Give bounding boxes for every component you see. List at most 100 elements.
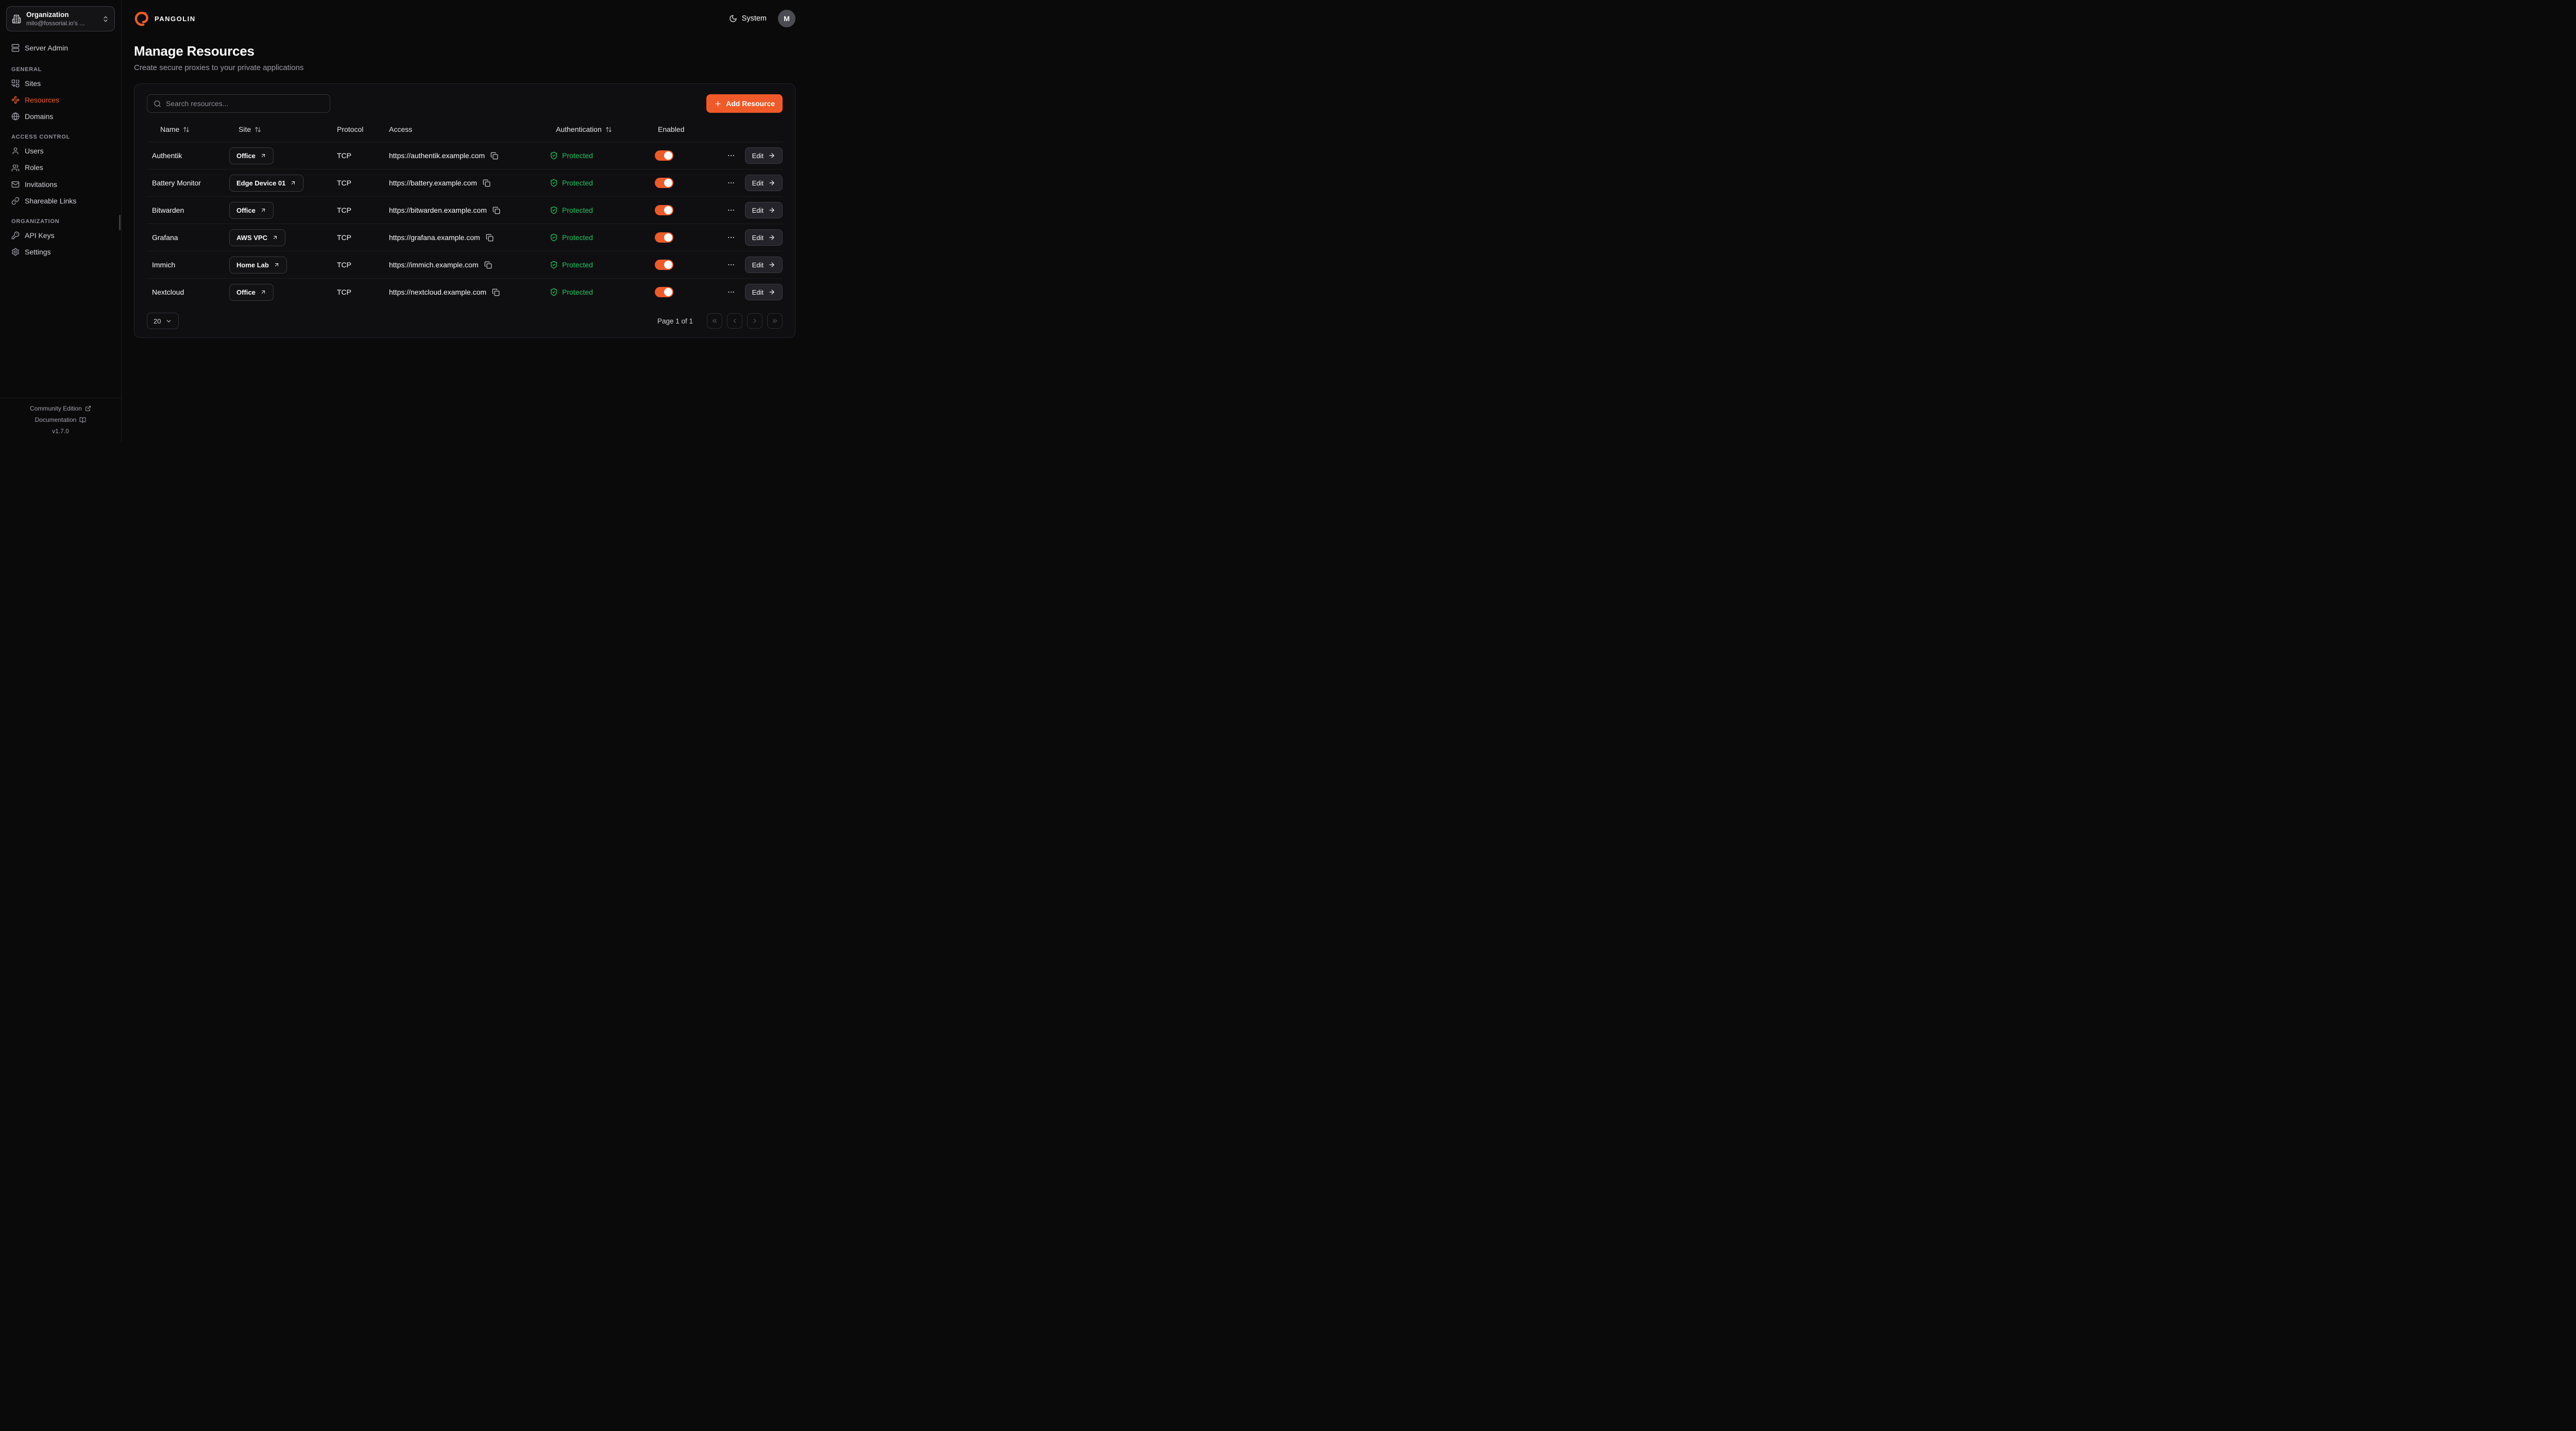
site-link-button[interactable]: Edge Device 01 (229, 175, 303, 192)
site-link-button[interactable]: Home Lab (229, 257, 287, 274)
chevrons-left-icon (711, 317, 718, 325)
sort-site-button[interactable] (255, 126, 261, 133)
table-row: Authentik Office TCP https://authentik.e… (147, 142, 783, 169)
row-menu-button[interactable] (727, 179, 735, 187)
page-size-select[interactable]: 20 (147, 313, 179, 329)
arrow-up-right-icon (272, 234, 278, 241)
sidebar-item-api-keys[interactable]: API Keys (6, 227, 115, 244)
enabled-toggle[interactable] (655, 260, 673, 270)
page-size-value: 20 (154, 317, 161, 325)
copy-button[interactable] (486, 234, 494, 242)
copy-button[interactable] (483, 179, 490, 187)
copy-icon (486, 234, 494, 242)
protocol-cell: TCP (337, 179, 389, 187)
copy-button[interactable] (493, 207, 500, 214)
enabled-toggle[interactable] (655, 150, 673, 161)
site-name: Office (236, 288, 256, 296)
sidebar-item-server-admin[interactable]: Server Admin (6, 40, 115, 56)
documentation-link[interactable]: Documentation (35, 416, 87, 423)
sidebar-item-label: Sites (25, 79, 41, 88)
access-cell: https://immich.example.com (389, 261, 550, 269)
resource-name: Immich (147, 261, 229, 269)
edit-label: Edit (752, 152, 764, 160)
table-row: Battery Monitor Edge Device 01 TCP https… (147, 169, 783, 196)
arrow-right-icon (768, 207, 775, 214)
theme-label: System (742, 14, 767, 23)
enabled-cell (655, 178, 727, 188)
org-selector[interactable]: Organization milo@fossorial.io's ... (6, 6, 115, 31)
sidebar-item-label: API Keys (25, 231, 55, 240)
avatar[interactable]: M (778, 10, 795, 27)
chevrons-right-icon (771, 317, 778, 325)
globe-icon (11, 112, 20, 121)
copy-button[interactable] (490, 152, 498, 160)
edit-cell: Edit (745, 147, 783, 164)
external-link-icon (85, 405, 91, 412)
sidebar-item-domains[interactable]: Domains (6, 108, 115, 125)
sidebar-item-shareable-links[interactable]: Shareable Links (6, 193, 115, 209)
row-menu-button[interactable] (727, 206, 735, 214)
enabled-toggle[interactable] (655, 205, 673, 215)
page-content: Manage Resources Create secure proxies t… (122, 37, 808, 350)
last-page-button[interactable] (767, 313, 783, 329)
edit-button[interactable]: Edit (745, 284, 783, 300)
row-menu-button[interactable] (727, 151, 735, 160)
site-name: Home Lab (236, 261, 269, 269)
site-cell: Office (229, 202, 337, 219)
edit-button[interactable]: Edit (745, 202, 783, 218)
resource-name: Grafana (147, 233, 229, 242)
shield-check-icon (550, 151, 558, 160)
edit-button[interactable]: Edit (745, 175, 783, 191)
next-page-button[interactable] (747, 313, 762, 329)
previous-page-button[interactable] (727, 313, 742, 329)
copy-button[interactable] (492, 288, 500, 296)
community-edition-link[interactable]: Community Edition (30, 405, 91, 412)
row-menu-button[interactable] (727, 261, 735, 269)
page-info: Page 1 of 1 (657, 317, 693, 325)
site-link-button[interactable]: Office (229, 147, 274, 164)
site-link-button[interactable]: AWS VPC (229, 229, 285, 246)
authentication-status: Protected (562, 233, 593, 242)
access-url: https://grafana.example.com (389, 233, 480, 242)
sidebar-item-resources[interactable]: Resources (6, 92, 115, 108)
edit-button[interactable]: Edit (745, 147, 783, 164)
org-text: Organization milo@fossorial.io's ... (26, 11, 97, 27)
sort-name-button[interactable] (183, 126, 190, 133)
card-toolbar: Add Resource (147, 94, 783, 113)
row-actions-cell (727, 288, 744, 296)
column-header-access: Access (389, 125, 550, 133)
topbar-right: System M (729, 10, 795, 27)
add-resource-button[interactable]: Add Resource (706, 94, 783, 113)
edit-label: Edit (752, 179, 764, 187)
sidebar-item-roles[interactable]: Roles (6, 159, 115, 176)
search-input[interactable] (166, 99, 324, 108)
copy-button[interactable] (484, 261, 492, 269)
authentication-status: Protected (562, 179, 593, 187)
sidebar-item-sites[interactable]: Sites (6, 75, 115, 92)
sidebar-item-settings[interactable]: Settings (6, 244, 115, 260)
authentication-status: Protected (562, 288, 593, 296)
copy-icon (483, 179, 490, 187)
edit-button[interactable]: Edit (745, 257, 783, 273)
sidebar-scrollbar-thumb[interactable] (119, 215, 121, 230)
theme-selector-button[interactable]: System (729, 14, 767, 23)
mail-icon (11, 180, 20, 189)
enabled-toggle[interactable] (655, 232, 673, 243)
table-header: Name Site Protocol Access Authenticati (147, 117, 783, 142)
edit-button[interactable]: Edit (745, 229, 783, 246)
sort-authentication-button[interactable] (605, 126, 612, 133)
sidebar-item-users[interactable]: Users (6, 143, 115, 159)
enabled-toggle[interactable] (655, 287, 673, 297)
site-link-button[interactable]: Office (229, 202, 274, 219)
sidebar-item-invitations[interactable]: Invitations (6, 176, 115, 193)
access-url: https://authentik.example.com (389, 151, 485, 160)
site-cell: Home Lab (229, 257, 337, 274)
row-menu-button[interactable] (727, 233, 735, 242)
enabled-toggle[interactable] (655, 178, 673, 188)
row-menu-button[interactable] (727, 288, 735, 296)
org-title: Organization (26, 11, 97, 19)
arrow-right-icon (768, 152, 775, 159)
edit-label: Edit (752, 234, 764, 242)
site-link-button[interactable]: Office (229, 284, 274, 301)
first-page-button[interactable] (707, 313, 722, 329)
